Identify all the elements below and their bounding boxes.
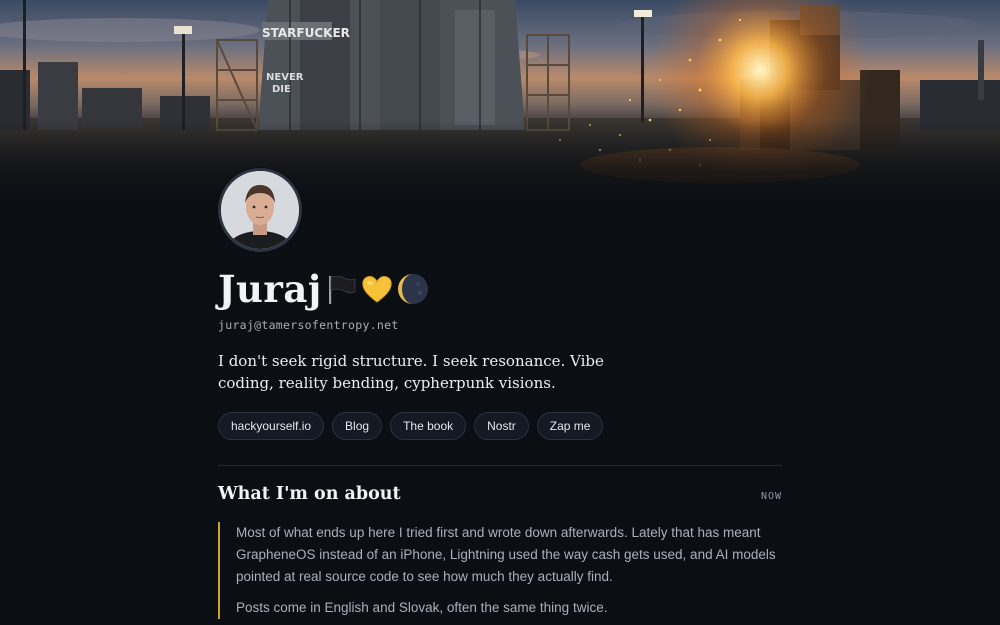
link-blog[interactable]: Blog: [332, 412, 383, 440]
profile-email[interactable]: juraj@tamersofentropy.net: [218, 318, 783, 332]
yellow-heart-icon: [360, 272, 394, 306]
section-quote: Most of what ends up here I tried first …: [218, 522, 782, 619]
banner-sign-die: DIE: [272, 84, 291, 95]
section-paragraph: Most of what ends up here I tried first …: [236, 525, 776, 584]
profile-avatar: [218, 168, 302, 252]
profile-card: Juraj juraj@tamersofentropy.net I don't …: [218, 168, 783, 440]
profile-name: Juraj: [218, 267, 322, 311]
black-flag-icon: [324, 272, 358, 306]
section-tag-now: NOW: [760, 491, 782, 502]
profile-bio: I don't seek rigid structure. I seek res…: [218, 352, 604, 392]
link-zap-me[interactable]: Zap me: [536, 412, 604, 440]
link-hackyourself[interactable]: hackyourself.io: [218, 412, 325, 440]
link-nostr[interactable]: Nostr: [474, 412, 529, 440]
section-header: What I'm on about NOW: [218, 484, 782, 504]
avatar-portrait-image: [221, 171, 299, 249]
banner-sign-never: NEVER: [266, 72, 304, 83]
crescent-moon-icon: [396, 272, 430, 306]
section-title: What I'm on about: [218, 484, 401, 504]
profile-page: STARFUCKER NEVER DIE Juraj juraj@tamerso…: [0, 0, 1000, 625]
profile-links: hackyourself.io Blog The book Nostr Zap …: [218, 412, 783, 440]
banner-sign-starfucker: STARFUCKER: [262, 26, 350, 40]
name-row: Juraj: [218, 266, 783, 312]
section-paragraph: Posts come in English and Slovak, often …: [236, 600, 608, 615]
section-divider: [218, 465, 782, 466]
link-the-book[interactable]: The book: [390, 412, 467, 440]
about-section: What I'm on about NOW Most of what ends …: [218, 484, 782, 625]
